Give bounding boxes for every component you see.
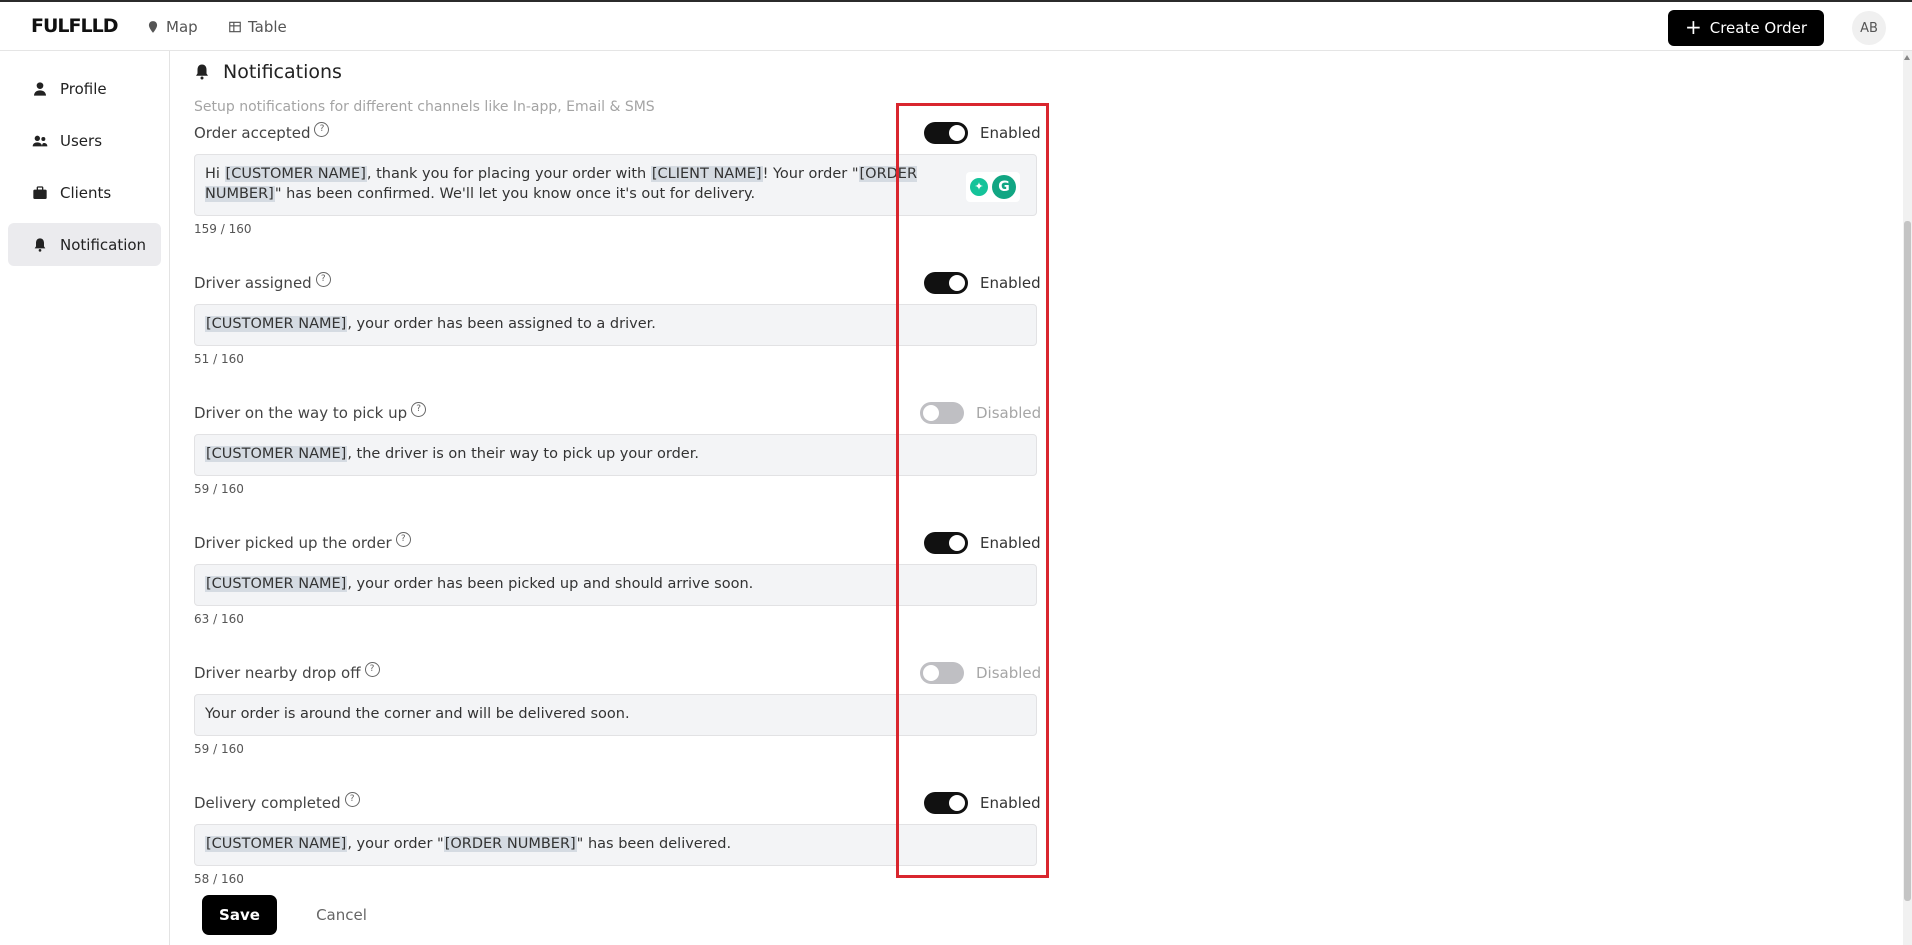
user-icon: [34, 81, 46, 96]
create-order-label: Create Order: [1709, 19, 1807, 37]
notification-label: Order accepted ?: [194, 121, 330, 142]
notification-label: Driver picked up the order ?: [194, 531, 411, 552]
nav-map-label: Map: [166, 18, 198, 36]
page-title-text: Notifications: [223, 61, 342, 83]
logo[interactable]: FULFLLD: [31, 15, 118, 37]
help-icon[interactable]: ?: [344, 791, 360, 807]
sidebar-item-notification[interactable]: Notification: [8, 223, 161, 266]
sidebar-item-clients[interactable]: Clients: [8, 171, 161, 214]
page-title: Notifications: [193, 61, 342, 83]
placeholder-tag: [CUSTOMER NAME]: [205, 576, 348, 592]
sidebar-item-users[interactable]: Users: [8, 119, 161, 162]
notification-label: Driver nearby drop off ?: [194, 661, 380, 682]
help-icon[interactable]: ?: [314, 121, 330, 137]
sidebar-item-label: Notification: [60, 235, 147, 254]
nav-table[interactable]: Table: [228, 18, 287, 36]
briefcase-icon: [33, 185, 47, 199]
scrollbar[interactable]: [1903, 51, 1912, 945]
users-icon: [32, 135, 48, 146]
help-icon[interactable]: ?: [364, 661, 380, 677]
help-icon[interactable]: ?: [315, 271, 331, 287]
notification-label: Driver on the way to pick up ?: [194, 401, 427, 422]
scroll-up-icon[interactable]: [1904, 55, 1910, 60]
help-icon[interactable]: ?: [411, 401, 427, 417]
highlight-annotation: [896, 103, 1049, 878]
page-subtitle: Setup notifications for different channe…: [194, 99, 655, 115]
top-bar: FULFLLD Map Table + Create Order AB: [0, 0, 1912, 51]
sidebar-item-label: Profile: [60, 79, 107, 98]
notification-label: Driver assigned ?: [194, 271, 331, 292]
nav-map[interactable]: Map: [146, 18, 198, 36]
cancel-button[interactable]: Cancel: [299, 895, 384, 935]
placeholder-tag: [CUSTOMER NAME]: [224, 166, 367, 182]
table-icon: [229, 21, 241, 33]
sidebar: Profile Users Clients Notification: [0, 51, 170, 945]
placeholder-tag: [ORDER NUMBER]: [443, 836, 577, 852]
placeholder-tag: [CLIENT NAME]: [650, 166, 763, 182]
placeholder-tag: [CUSTOMER NAME]: [205, 316, 348, 332]
avatar[interactable]: AB: [1852, 11, 1886, 45]
notification-label: Delivery completed ?: [194, 791, 360, 812]
save-button[interactable]: Save: [202, 895, 277, 935]
sidebar-item-label: Clients: [60, 183, 112, 202]
sidebar-item-profile[interactable]: Profile: [8, 67, 161, 110]
plus-icon: +: [1684, 15, 1702, 39]
help-icon[interactable]: ?: [395, 531, 411, 547]
placeholder-tag: [CUSTOMER NAME]: [205, 446, 348, 462]
scroll-thumb[interactable]: [1904, 221, 1911, 901]
create-order-button[interactable]: + Create Order: [1668, 10, 1824, 46]
bell-icon: [34, 237, 46, 252]
placeholder-tag: [CUSTOMER NAME]: [205, 836, 348, 852]
nav-table-label: Table: [248, 18, 287, 36]
map-pin-icon: [148, 21, 158, 33]
bell-icon: [196, 64, 208, 80]
sidebar-item-label: Users: [60, 131, 103, 150]
